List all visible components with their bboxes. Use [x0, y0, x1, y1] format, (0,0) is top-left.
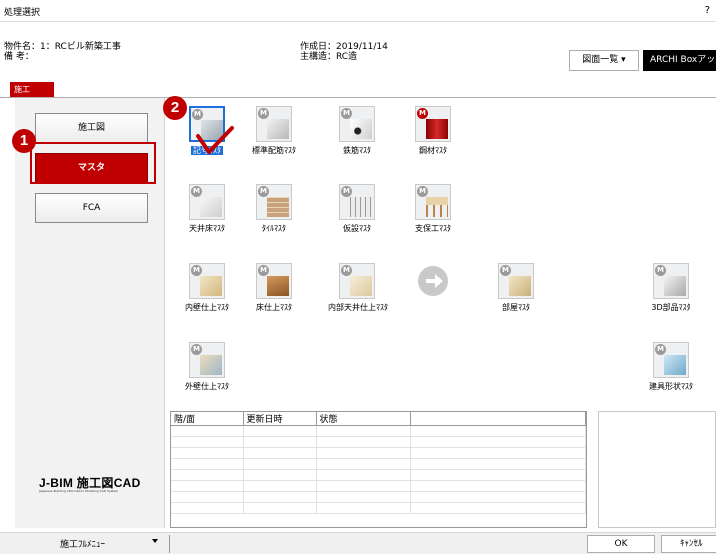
chevron-down-icon[interactable] [152, 539, 158, 543]
master-ceiling-floor[interactable]: M 天井床ﾏｽﾀ [178, 184, 236, 240]
master-highlight-frame [30, 142, 156, 184]
tile-icon: M [256, 184, 292, 220]
master-next-page[interactable] [404, 263, 462, 319]
table-row[interactable] [171, 436, 586, 448]
arrow-right-icon [415, 263, 451, 299]
table-row[interactable] [171, 491, 586, 503]
created-date: 作成日：2019/11/14 [300, 42, 388, 52]
column-floor[interactable]: 階/面 [171, 412, 244, 426]
master-steel[interactable]: M 鋼材ﾏｽﾀ [404, 106, 462, 162]
column-extra [410, 412, 586, 426]
column-status[interactable]: 状態 [316, 412, 411, 426]
table-row[interactable] [171, 425, 586, 437]
master-room[interactable]: M 部屋ﾏｽﾀ [487, 263, 545, 319]
footer-divider [169, 535, 170, 553]
master-label: 床仕上ﾏｽﾀ [256, 303, 292, 312]
table-row[interactable] [171, 458, 586, 470]
drawing-list-button[interactable]: 図面一覧 ▾ [569, 50, 639, 71]
project-info: 物件名：1：RCビル新築工事 備 考： [4, 42, 121, 62]
3d-parts-icon: M [653, 263, 689, 299]
master-label: 建具形状ﾏｽﾀ [649, 382, 693, 391]
floor-finish-icon: M [256, 263, 292, 299]
dialog-body: 物件名：1：RCビル新築工事 備 考： 作成日：2019/11/14 主構造：R… [0, 22, 716, 554]
master-label: 鉄筋ﾏｽﾀ [343, 146, 371, 155]
temporary-icon: M [339, 184, 375, 220]
master-label: 内壁仕上ﾏｽﾀ [185, 303, 229, 312]
inner-wall-icon: M [189, 263, 225, 299]
master-rebar[interactable]: M 鉄筋ﾏｽﾀ [328, 106, 386, 162]
archi-box-button[interactable]: ARCHI Boxアップ [643, 50, 716, 71]
footer-bar: 施工ﾌﾙﾒﾆｭｰ OK ｷｬﾝｾﾙ [0, 532, 716, 554]
master-label: ﾀｲﾙﾏｽﾀ [262, 224, 286, 233]
cancel-button[interactable]: ｷｬﾝｾﾙ [661, 535, 716, 553]
master-label: 標準配筋ﾏｽﾀ [252, 146, 296, 155]
side-button-fca[interactable]: FCA [35, 193, 148, 223]
callout-badge-2: 2 [163, 96, 187, 120]
master-label: 天井床ﾏｽﾀ [189, 224, 225, 233]
master-label: 外壁仕上ﾏｽﾀ [185, 382, 229, 391]
side-button-construction-drawing[interactable]: 施工図 [35, 113, 148, 143]
main-structure: 主構造：RC造 [300, 52, 358, 62]
master-label: 仮設ﾏｽﾀ [343, 224, 371, 233]
master-label: 鋼材ﾏｽﾀ [419, 146, 447, 155]
ceiling-floor-icon: M [189, 184, 225, 220]
master-inner-wall[interactable]: M 内壁仕上ﾏｽﾀ [178, 263, 236, 319]
title-bar: 処理選択 ? [0, 0, 716, 22]
tab-construction[interactable]: 施工 [10, 82, 54, 97]
window-title: 処理選択 [4, 8, 41, 18]
preview-pane [598, 411, 716, 528]
master-label: 3D部品ﾏｽﾀ [651, 303, 691, 312]
menu-select[interactable]: 施工ﾌﾙﾒﾆｭｰ [60, 537, 105, 550]
master-label: 支保工ﾏｽﾀ [415, 224, 451, 233]
master-rebar-standard[interactable]: M 標準配筋ﾏｽﾀ [245, 106, 303, 162]
fitting-icon: M [653, 342, 689, 378]
rebar-standard-icon: M [256, 106, 292, 142]
history-table[interactable]: 階/面 更新日時 状態 [170, 411, 587, 528]
master-ceiling-finish[interactable]: M 内部天井仕上ﾏｽﾀ [328, 263, 388, 319]
help-button[interactable]: ? [705, 5, 710, 16]
jbim-logo-subtitle: Japanese Building Information Modeling C… [39, 489, 119, 493]
project-name: 物件名：1：RCビル新築工事 [4, 42, 121, 52]
master-label: 内部天井仕上ﾏｽﾀ [328, 303, 388, 312]
room-icon: M [498, 263, 534, 299]
master-label: 部屋ﾏｽﾀ [502, 303, 530, 312]
master-shoring[interactable]: M 支保工ﾏｽﾀ [404, 184, 462, 240]
project-meta: 作成日：2019/11/14 主構造：RC造 [300, 42, 388, 62]
callout-badge-1: 1 [12, 129, 36, 153]
table-row[interactable] [171, 469, 586, 481]
master-outer-wall[interactable]: M 外壁仕上ﾏｽﾀ [178, 342, 236, 398]
master-floor-finish[interactable]: M 床仕上ﾏｽﾀ [245, 263, 303, 319]
master-temporary[interactable]: M 仮設ﾏｽﾀ [328, 184, 386, 240]
ceiling-finish-icon: M [339, 263, 375, 299]
master-tile[interactable]: M ﾀｲﾙﾏｽﾀ [245, 184, 303, 240]
master-fitting[interactable]: M 建具形状ﾏｽﾀ [642, 342, 700, 398]
table-row[interactable] [171, 447, 586, 459]
table-row[interactable] [171, 480, 586, 492]
ok-button[interactable]: OK [587, 535, 655, 553]
master-3d-parts[interactable]: M 3D部品ﾏｽﾀ [642, 263, 700, 319]
column-updated[interactable]: 更新日時 [243, 412, 317, 426]
outer-wall-icon: M [189, 342, 225, 378]
steel-icon: M [415, 106, 451, 142]
checkmark-annotation [196, 126, 234, 154]
shoring-icon: M [415, 184, 451, 220]
rebar-icon: M [339, 106, 375, 142]
table-row[interactable] [171, 502, 586, 514]
project-remarks: 備 考： [4, 52, 34, 62]
